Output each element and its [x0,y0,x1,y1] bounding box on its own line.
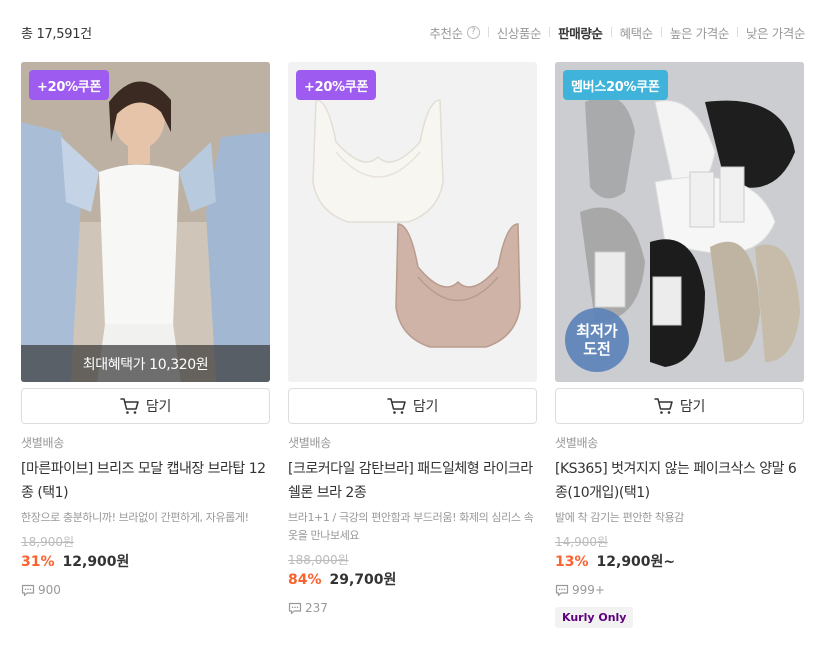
sale-price: 12,900원 [62,554,130,570]
list-toolbar: 총 17,591건 추천순? 신상품순 판매량순 혜택순 높은 가격순 낮은 가… [21,22,805,42]
cart-button-label: 담기 [412,399,439,415]
review-count-value: 999+ [572,583,605,597]
max-benefit-price: 최대혜택가 10,320원 [21,345,270,382]
product-grid: +20%쿠폰 최대혜택가 10,320원 담기 샛별배송 [마른파이브] 브리즈… [21,62,804,628]
review-count: 900 [21,583,270,597]
sort-options: 추천순? 신상품순 판매량순 혜택순 높은 가격순 낮은 가격순 [429,23,805,42]
sale-price: 12,900원~ [596,554,676,570]
product-card[interactable]: +20%쿠폰 담기 샛별배송 [크로커다일 감탄브라] 패드일체형 라이크라쉘론… [288,62,537,628]
review-count-value: 900 [38,583,61,597]
bra-set-image [288,62,537,382]
product-image[interactable]: +20%쿠폰 최대혜택가 10,320원 [21,62,270,382]
comment-icon [555,584,569,596]
delivery-type: 샛별배송 [21,436,64,450]
sort-price-low[interactable]: 낮은 가격순 [746,23,805,42]
sort-price-high[interactable]: 높은 가격순 [670,23,729,42]
discount-rate: 13% [555,554,589,570]
divider [736,27,738,37]
original-price: 14,900원 [555,535,609,549]
sort-recommended[interactable]: 추천순? [429,23,480,42]
divider [549,27,551,37]
product-description: 브라1+1 / 극강의 편안함과 부드러움! 화제의 심리스 속옷을 만나보세요 [288,511,534,542]
product-image[interactable]: 멤버스20%쿠폰 최저가 도전 [555,62,804,382]
lowest-price-line1: 최저가 [576,322,618,340]
review-count-value: 237 [305,601,328,615]
lowest-price-line2: 도전 [583,340,611,358]
delivery-type: 샛별배송 [288,436,331,450]
price-row: 13% 12,900원~ [555,551,804,571]
lowest-price-badge: 최저가 도전 [565,308,629,372]
comment-icon [288,602,302,614]
discount-rate: 84% [288,572,322,588]
cart-icon [387,398,406,414]
kurly-only-badge: Kurly Only [555,607,634,628]
product-card[interactable]: +20%쿠폰 최대혜택가 10,320원 담기 샛별배송 [마른파이브] 브리즈… [21,62,270,628]
coupon-badge: +20%쿠폰 [296,70,377,100]
product-name[interactable]: [KS365] 벗겨지지 않는 페이크삭스 양말 6종(10개입)(택1) [555,457,804,505]
product-image[interactable]: +20%쿠폰 [288,62,537,382]
add-to-cart-button[interactable]: 담기 [21,388,270,424]
sale-price: 29,700원 [329,572,397,588]
price-row: 31% 12,900원 [21,551,270,571]
sort-newest[interactable]: 신상품순 [497,23,542,42]
delivery-type: 샛별배송 [555,436,598,450]
cart-button-label: 담기 [145,399,172,415]
cart-button-label: 담기 [679,399,706,415]
add-to-cart-button[interactable]: 담기 [555,388,804,424]
cart-icon [654,398,673,414]
add-to-cart-button[interactable]: 담기 [288,388,537,424]
sort-label: 추천순 [429,25,463,41]
product-description: 한장으로 충분하니까! 브라없이 간편하게, 자유롭게! [21,511,249,524]
review-count: 999+ [555,583,804,597]
review-count: 237 [288,601,537,615]
original-price: 188,000원 [288,553,349,567]
product-description: 발에 착 감기는 편안한 착용감 [555,511,685,524]
original-price: 18,900원 [21,535,75,549]
sort-benefit[interactable]: 혜택순 [620,23,654,42]
product-name[interactable]: [마른파이브] 브리즈 모달 캡내장 브라탑 12종 (택1) [21,457,270,505]
product-card[interactable]: 멤버스20%쿠폰 최저가 도전 담기 샛별배송 [KS365] 벗겨지지 않는 … [555,62,804,628]
coupon-badge: +20%쿠폰 [29,70,110,100]
sort-bestselling[interactable]: 판매량순 [558,23,603,42]
comment-icon [21,584,35,596]
coupon-badge: 멤버스20%쿠폰 [563,70,668,100]
question-icon[interactable]: ? [466,25,480,39]
divider [610,27,612,37]
cart-icon [120,398,139,414]
total-count: 총 17,591건 [21,26,92,42]
discount-rate: 31% [21,554,55,570]
model-camisole-image [21,62,270,382]
divider [487,27,489,37]
product-name[interactable]: [크로커다일 감탄브라] 패드일체형 라이크라쉘론 브라 2종 [288,457,537,505]
price-row: 84% 29,700원 [288,569,537,589]
divider [660,27,662,37]
